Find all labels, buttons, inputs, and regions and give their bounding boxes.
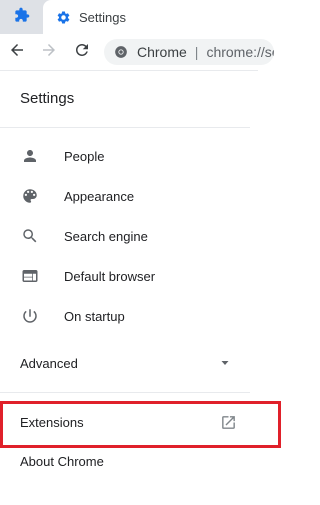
omnibox-separator: | [194, 44, 199, 60]
sidebar-item-label: Extensions [20, 415, 84, 430]
open-in-new-icon [218, 412, 238, 432]
sidebar-item-on-startup[interactable]: On startup [0, 296, 250, 336]
omnibox-chip-label: Chrome [137, 44, 187, 60]
toolbar: Chrome | chrome://settings [0, 34, 274, 71]
settings-page: Settings People Appearance Search engine… [0, 71, 281, 505]
tab-title: Settings [79, 9, 126, 25]
puzzle-icon [14, 7, 30, 28]
search-icon [20, 226, 40, 246]
omnibox[interactable]: Chrome | chrome://settings [104, 39, 274, 65]
browser-icon [20, 266, 40, 286]
divider [0, 392, 250, 393]
tab-strip: Settings [0, 0, 258, 34]
forward-arrow-icon [40, 41, 58, 64]
page-title: Settings [20, 90, 75, 107]
forward-button[interactable] [37, 40, 61, 64]
sidebar-item-default-browser[interactable]: Default browser [0, 256, 250, 296]
settings-tab[interactable]: Settings [43, 0, 258, 34]
divider [0, 127, 250, 128]
gear-icon [55, 9, 71, 25]
back-arrow-icon [8, 41, 26, 64]
reload-button[interactable] [70, 40, 94, 64]
back-button[interactable] [5, 40, 29, 64]
sidebar-item-extensions[interactable]: Extensions [0, 401, 281, 448]
sidebar-item-about-chrome[interactable]: About Chrome [20, 454, 104, 469]
sidebar-item-search-engine[interactable]: Search engine [0, 216, 250, 256]
person-icon [20, 146, 40, 166]
sidebar-item-label: Default browser [64, 268, 156, 284]
sidebar-item-label: Search engine [64, 228, 148, 244]
reload-icon [73, 41, 91, 64]
sidebar-item-label: People [64, 148, 105, 164]
sidebar-item-people[interactable]: People [0, 136, 250, 176]
extensions-tab[interactable] [0, 0, 43, 34]
power-icon [20, 306, 40, 326]
sidebar-item-label: On startup [64, 308, 125, 324]
sidebar-item-label: Appearance [64, 188, 135, 204]
advanced-label: Advanced [20, 355, 78, 371]
advanced-toggle[interactable]: Advanced [0, 343, 250, 383]
palette-icon [20, 186, 40, 206]
sidebar-item-appearance[interactable]: Appearance [0, 176, 250, 216]
omnibox-url: chrome://settings [206, 44, 274, 60]
arrow-drop-down-icon [218, 356, 232, 370]
chrome-logo-icon [114, 45, 128, 59]
